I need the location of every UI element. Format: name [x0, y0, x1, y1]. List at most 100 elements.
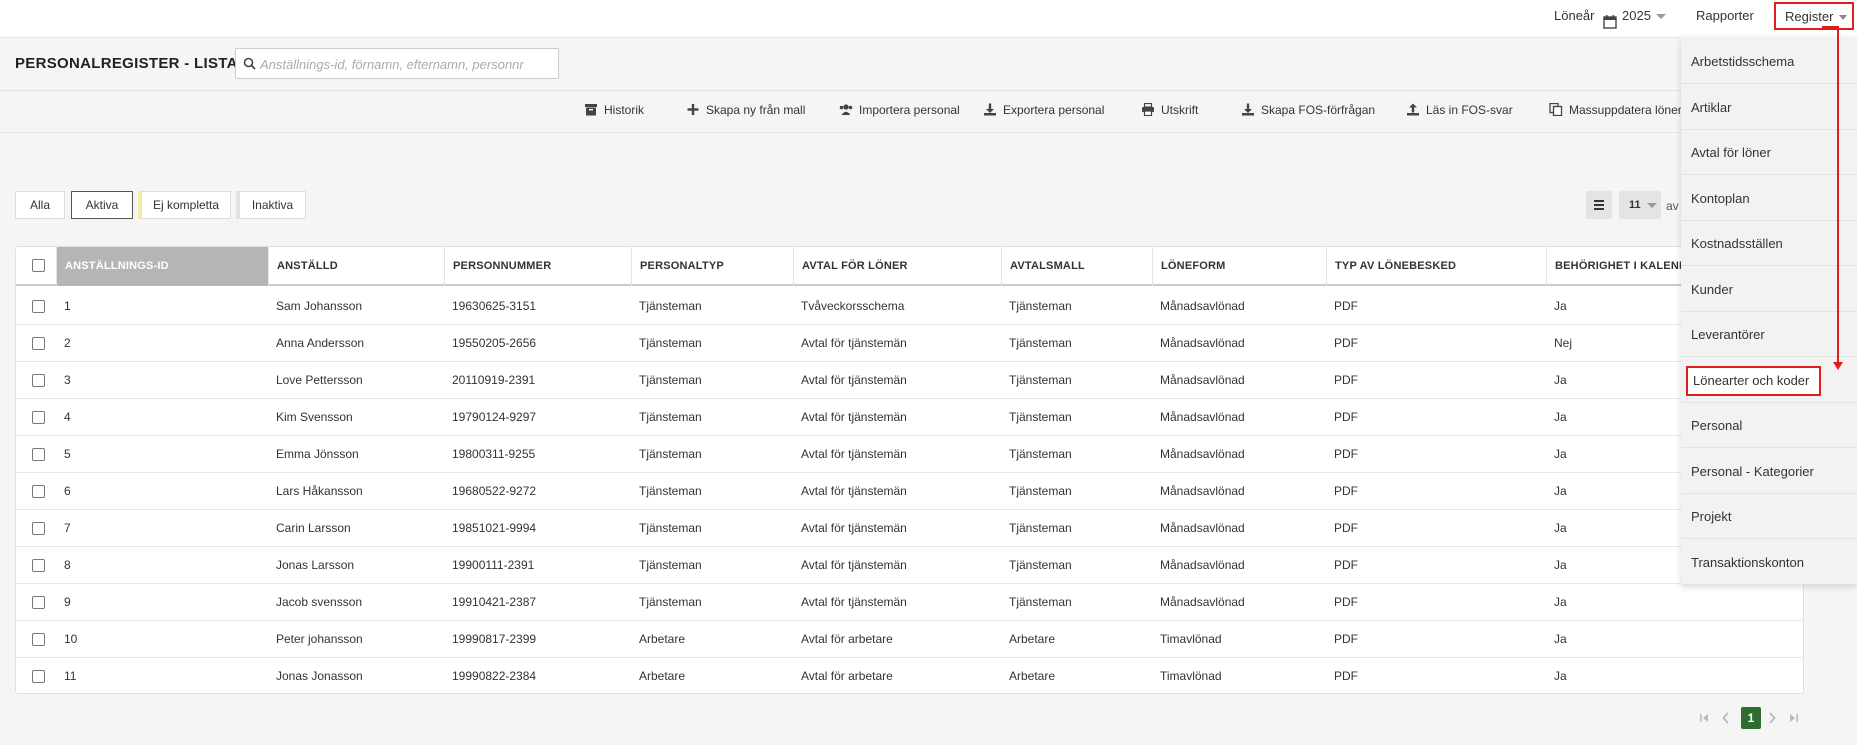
table-header: ANSTÄLLNINGS-ID ANSTÄLLD PERSONNUMMER PE… — [16, 247, 1803, 286]
register-menu-item[interactable]: Kostnadsställen — [1681, 221, 1857, 266]
register-menu-item[interactable]: Projekt — [1681, 494, 1857, 539]
table-cell-agreement: Avtal för tjänstemän — [801, 336, 907, 350]
select-all-checkbox[interactable] — [32, 259, 45, 272]
table-row[interactable]: 10 Peter johansson 19990817-2399 Arbetare Av… — [16, 621, 1803, 658]
skapa-fos-button[interactable]: Skapa FOS-förfrågan — [1241, 101, 1375, 119]
row-checkbox[interactable] — [32, 411, 45, 424]
exportera-button[interactable]: Exportera personal — [983, 101, 1104, 119]
column-header-typ[interactable]: TYP AV LÖNEBESKED — [1326, 247, 1546, 286]
year-label: Löneår — [1554, 8, 1595, 23]
table-cell-access: Ja — [1554, 669, 1567, 683]
column-header-loneform[interactable]: LÖNEFORM — [1152, 247, 1326, 286]
row-checkbox[interactable] — [32, 337, 45, 350]
register-menu-item-label: Artiklar — [1691, 99, 1732, 115]
first-page-icon[interactable] — [1700, 707, 1710, 729]
utskrift-button[interactable]: Utskrift — [1141, 101, 1198, 119]
table-cell-template: Tjänsteman — [1009, 336, 1072, 350]
table-cell-name: Jonas Jonasson — [276, 669, 363, 683]
table-cell-agreement: Avtal för tjänstemän — [801, 373, 907, 387]
skapa-ny-button[interactable]: Skapa ny från mall — [686, 101, 805, 119]
table-cell-pnr: 19900111-2391 — [452, 558, 535, 572]
next-page-icon[interactable] — [1768, 707, 1776, 729]
massuppdatera-button[interactable]: Massuppdatera löner — [1549, 101, 1682, 119]
table-cell-slip: PDF — [1334, 484, 1358, 498]
year-select[interactable]: 2025 — [1622, 0, 1651, 32]
table-row[interactable]: 5 Emma Jönsson 19800311-9255 Tjänsteman Avta… — [16, 436, 1803, 473]
row-checkbox[interactable] — [32, 633, 45, 646]
las-in-fos-button[interactable]: Läs in FOS-svar — [1406, 101, 1513, 119]
table-row[interactable]: 6 Lars Håkansson 19680522-9272 Tjänsteman Av… — [16, 473, 1803, 510]
filter-ej-kompletta[interactable]: Ej kompletta — [138, 191, 231, 219]
table-cell-form: Månadsavlönad — [1160, 299, 1245, 313]
chevron-down-icon[interactable] — [1656, 14, 1666, 19]
table-cell-form: Timavlönad — [1160, 632, 1222, 646]
table-row[interactable]: 3 Love Pettersson 20110919-2391 Tjänsteman A… — [16, 362, 1803, 399]
massuppdatera-label: Massuppdatera löner — [1569, 103, 1682, 117]
row-checkbox[interactable] — [32, 374, 45, 387]
register-menu-item[interactable]: Artiklar — [1681, 85, 1857, 130]
row-checkbox[interactable] — [32, 559, 45, 572]
register-menu[interactable]: Register — [1774, 2, 1854, 30]
register-menu-item[interactable]: Transaktionskonton — [1681, 540, 1857, 585]
row-checkbox[interactable] — [32, 596, 45, 609]
table-row[interactable]: 11 Jonas Jonasson 19990822-2384 Arbetare Avt… — [16, 658, 1803, 693]
register-menu-item[interactable]: Lönearter och koder — [1681, 358, 1857, 403]
column-header-personaltyp[interactable]: PERSONALTYP — [631, 247, 793, 286]
register-menu-item[interactable]: Avtal för löner — [1681, 130, 1857, 175]
register-menu-item[interactable]: Leverantörer — [1681, 312, 1857, 357]
table-row[interactable]: 8 Jonas Larsson 19900111-2391 Tjänsteman Avt… — [16, 547, 1803, 584]
page-size-select[interactable]: 11 — [1619, 191, 1661, 219]
register-menu-item-label: Lönearter och koder — [1686, 365, 1822, 396]
personal-table: ANSTÄLLNINGS-ID ANSTÄLLD PERSONNUMMER PE… — [15, 246, 1804, 694]
archive-icon — [584, 103, 598, 116]
register-menu-item[interactable]: Kunder — [1681, 267, 1857, 312]
table-cell-type: Tjänsteman — [639, 410, 702, 424]
table-cell-form: Timavlönad — [1160, 669, 1222, 683]
table-cell-id: 10 — [64, 632, 78, 646]
calendar-icon[interactable] — [1603, 9, 1617, 29]
register-menu-item[interactable]: Kontoplan — [1681, 176, 1857, 221]
prev-page-icon[interactable] — [1722, 707, 1730, 729]
register-menu-item[interactable]: Personal — [1681, 403, 1857, 448]
table-cell-name: Emma Jönsson — [276, 447, 359, 461]
table-row[interactable]: 9 Jacob svensson 19910421-2387 Tjänsteman Av… — [16, 584, 1803, 621]
register-menu-item-label: Kostnadsställen — [1691, 236, 1783, 251]
row-checkbox[interactable] — [32, 300, 45, 313]
table-row[interactable]: 2 Anna Andersson 19550205-2656 Tjänsteman Av… — [16, 325, 1803, 362]
rapporter-menu[interactable]: Rapporter — [1696, 0, 1754, 32]
table-row[interactable]: 1 Sam Johansson 19630625-3151 Tjänsteman Två… — [16, 288, 1803, 325]
column-header-avtalsmall[interactable]: AVTALSMALL — [1001, 247, 1152, 286]
column-header-anstalld[interactable]: ANSTÄLLD — [268, 247, 444, 286]
filter-alla[interactable]: Alla — [15, 191, 65, 219]
last-page-icon[interactable] — [1788, 707, 1798, 729]
search-input[interactable] — [260, 53, 550, 75]
row-checkbox[interactable] — [32, 448, 45, 461]
row-checkbox[interactable] — [32, 670, 45, 683]
historik-button[interactable]: Historik — [584, 101, 644, 119]
search-icon — [243, 57, 256, 70]
filter-inaktiva[interactable]: Inaktiva — [236, 191, 306, 219]
table-cell-pnr: 19851021-9994 — [452, 521, 537, 535]
page-button-current[interactable]: 1 — [1741, 707, 1761, 729]
table-cell-slip: PDF — [1334, 595, 1358, 609]
row-checkbox[interactable] — [32, 485, 45, 498]
table-cell-type: Arbetare — [639, 632, 686, 646]
list-view-button[interactable] — [1586, 191, 1612, 219]
column-header-avtal[interactable]: AVTAL FÖR LÖNER — [793, 247, 1001, 286]
register-menu-item-label: Avtal för löner — [1691, 145, 1771, 160]
table-cell-form: Månadsavlönad — [1160, 373, 1245, 387]
table-cell-pnr: 19630625-3151 — [452, 299, 537, 313]
column-header-id[interactable]: ANSTÄLLNINGS-ID — [56, 247, 268, 286]
row-checkbox[interactable] — [32, 522, 45, 535]
table-row[interactable]: 7 Carin Larsson 19851021-9994 Tjänsteman Avt… — [16, 510, 1803, 547]
table-row[interactable]: 4 Kim Svensson 19790124-9297 Tjänsteman Avta… — [16, 399, 1803, 436]
importera-button[interactable]: Importera personal — [839, 101, 960, 119]
table-cell-pnr: 19790124-9297 — [452, 410, 537, 424]
register-menu-item[interactable]: Arbetstidsschema — [1681, 39, 1857, 84]
register-menu-item-label: Transaktionskonton — [1691, 554, 1804, 570]
table-cell-type: Tjänsteman — [639, 373, 702, 387]
search-box[interactable] — [235, 48, 559, 79]
column-header-personnummer[interactable]: PERSONNUMMER — [444, 247, 631, 286]
register-menu-item[interactable]: Personal - Kategorier — [1681, 449, 1857, 494]
filter-aktiva[interactable]: Aktiva — [71, 191, 133, 219]
